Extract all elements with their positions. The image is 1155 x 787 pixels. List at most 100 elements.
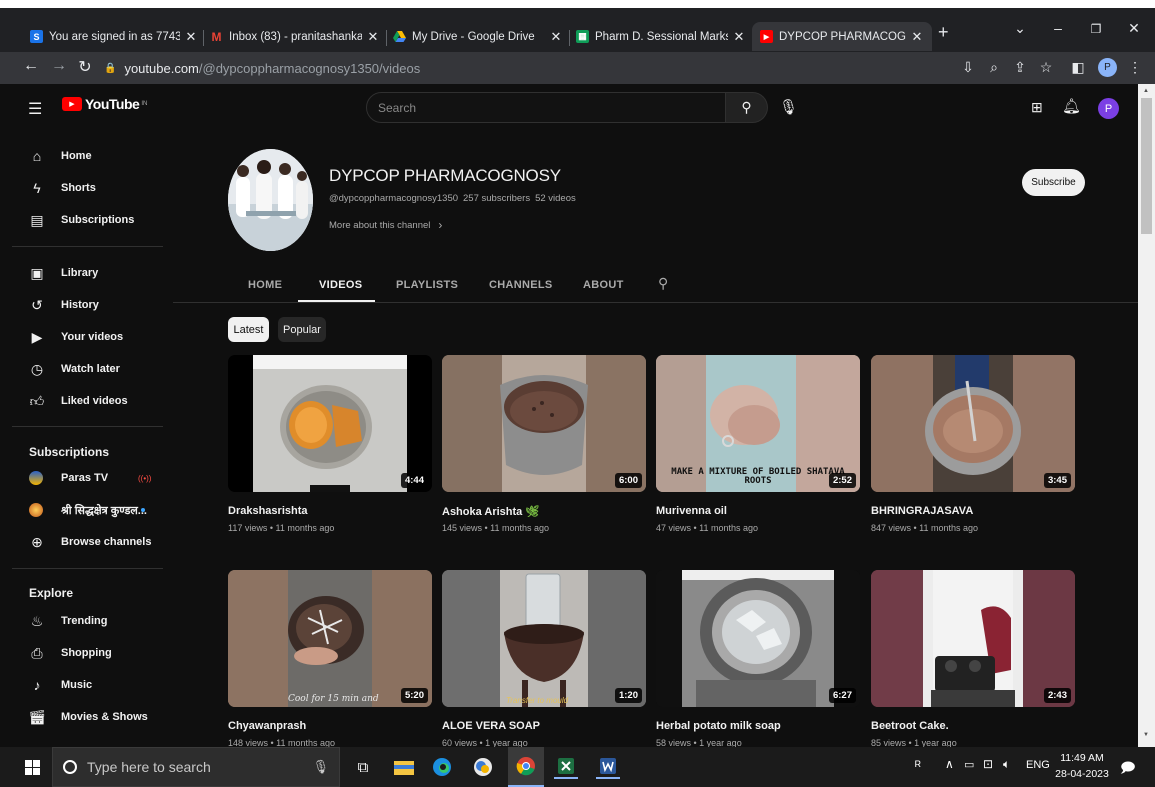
more-about-channel-link[interactable]: More about this channel › — [329, 218, 442, 232]
tab-videos[interactable]: VIDEOS — [319, 279, 362, 291]
tab-signed-in[interactable]: S You are signed in as 7743911 ✕ — [30, 22, 198, 51]
app-icon[interactable] — [471, 755, 495, 779]
sidebar-item-movies-shows[interactable]: 🎬︎ Movies & Shows — [0, 703, 165, 731]
video-thumbnail[interactable]: Transfer to mould 1:20 — [442, 570, 646, 707]
tab-channels[interactable]: CHANNELS — [489, 279, 553, 291]
clock-time: 11:49 AM — [1060, 752, 1104, 764]
sidebar-item-your-videos[interactable]: ▶ Your videos — [0, 323, 165, 351]
word-icon[interactable] — [596, 755, 620, 779]
video-title[interactable]: Ashoka Arishta 🌿︎ — [442, 505, 539, 518]
sidebar-item-shopping[interactable]: ⎙ Shopping — [0, 639, 165, 667]
tab-home[interactable]: HOME — [248, 279, 282, 291]
people-icon[interactable]: ᴿ — [915, 758, 921, 773]
hamburger-menu-icon[interactable]: ☰ — [28, 99, 42, 119]
minimize-button[interactable]: – — [1043, 20, 1073, 36]
sidebar-item-music[interactable]: ♪ Music — [0, 671, 165, 699]
forward-button[interactable]: → — [48, 57, 70, 75]
subscribe-button[interactable]: Subscribe — [1022, 169, 1085, 196]
video-title[interactable]: Murivenna oil — [656, 505, 727, 517]
show-hidden-icons-chevron-icon[interactable]: ∧ — [945, 757, 954, 771]
sidebar-subscription-siddhakshetra[interactable]: श्री सिद्धक्षेत्र कुण्डल... — [0, 496, 165, 524]
sidebar-item-subscriptions[interactable]: ▤ Subscriptions — [0, 206, 165, 234]
task-view-icon[interactable]: ⧉ — [351, 755, 375, 779]
video-title[interactable]: ALOE VERA SOAP — [442, 720, 540, 732]
close-icon[interactable]: ✕ — [366, 29, 380, 45]
bookmark-star-icon[interactable]: ☆ — [1036, 59, 1056, 76]
search-input[interactable]: Search — [366, 92, 726, 123]
edge-icon[interactable] — [430, 755, 454, 779]
reload-button[interactable]: ↻ — [74, 57, 96, 77]
sidebar-subscription-paras-tv[interactable]: Paras TV ((•)) — [0, 464, 165, 492]
sidebar-item-history[interactable]: ↺ History — [0, 291, 165, 319]
video-title[interactable]: Chyawanprash — [228, 720, 306, 732]
close-icon[interactable]: ✕ — [549, 29, 563, 45]
youtube-icon: ▶ — [760, 30, 773, 43]
close-window-button[interactable]: ✕ — [1119, 20, 1149, 37]
sidebar-item-watch-later[interactable]: ◷ Watch later — [0, 355, 165, 383]
close-icon[interactable]: ✕ — [732, 29, 746, 45]
video-title[interactable]: Beetroot Cake. — [871, 720, 949, 732]
sidebar-item-trending[interactable]: ♨ Trending — [0, 607, 165, 635]
zoom-icon[interactable]: ⌕ — [984, 59, 1004, 76]
file-explorer-icon[interactable] — [392, 755, 416, 779]
microphone-icon[interactable]: 🎙 — [779, 98, 798, 116]
video-title[interactable]: Herbal potato milk soap — [656, 720, 781, 732]
notifications-bell-icon[interactable]: 🔔︎ — [1062, 97, 1081, 115]
video-thumbnail[interactable]: 2:43 — [871, 570, 1075, 707]
sidebar-item-liked-videos[interactable]: 👍︎ Liked videos — [0, 387, 165, 415]
video-thumbnail[interactable]: 6:27 — [656, 570, 860, 707]
scroll-down-arrow-icon[interactable]: ▼ — [1143, 732, 1149, 738]
clock[interactable]: 11:49 AM 28-04-2023 — [1054, 750, 1110, 782]
scroll-up-arrow-icon[interactable]: ▲ — [1143, 88, 1149, 94]
video-title[interactable]: BHRINGRAJASAVA — [871, 505, 973, 517]
sidebar-item-home[interactable]: ⌂ Home — [0, 142, 165, 170]
sidebar-item-shorts[interactable]: ϟ Shorts — [0, 174, 165, 202]
close-icon[interactable]: ✕ — [910, 29, 924, 45]
account-avatar[interactable]: P — [1098, 98, 1119, 119]
language-indicator[interactable]: ENG — [1026, 759, 1050, 771]
video-thumbnail[interactable]: 6:00 — [442, 355, 646, 492]
taskbar-search-box[interactable]: Type here to search 🎙︎ — [52, 747, 340, 787]
video-thumbnail[interactable]: Cool for 15 min and 5:20 — [228, 570, 432, 707]
video-title[interactable]: Drakshasrishta — [228, 505, 308, 517]
new-tab-button[interactable]: + — [938, 22, 949, 43]
video-thumbnail[interactable]: 3:45 — [871, 355, 1075, 492]
close-icon[interactable]: ✕ — [184, 29, 198, 45]
search-button[interactable]: ⚲ — [726, 92, 768, 123]
video-thumbnail[interactable]: MAKE A MIXTURE OF BOILED SHATAVA ROOTS 2… — [656, 355, 860, 492]
create-video-icon[interactable]: ⊞ — [1031, 99, 1043, 116]
back-button[interactable]: ← — [20, 57, 42, 75]
tab-gmail[interactable]: M Inbox (83) - pranitashankarat ✕ — [210, 22, 380, 51]
page-scrollbar[interactable]: ▲ ▼ — [1138, 84, 1155, 747]
youtube-logo[interactable]: ▶ YouTube IN — [62, 96, 147, 112]
profile-avatar[interactable]: P — [1098, 58, 1117, 77]
chip-latest[interactable]: Latest — [228, 317, 269, 342]
video-thumbnail[interactable]: 4:44 — [228, 355, 432, 492]
tab-search-chevron-icon[interactable]: ⌄ — [1005, 20, 1035, 37]
tab-drive[interactable]: My Drive - Google Drive ✕ — [393, 22, 563, 51]
excel-icon[interactable] — [554, 755, 578, 779]
tab-sheets[interactable]: ▦ Pharm D. Sessional Marks - C ✕ — [576, 22, 746, 51]
tab-youtube[interactable]: ▶ DYPCOP PHARMACOGNOSY ✕ — [752, 22, 932, 51]
url-path: /@dypcoppharmacognosy1350/videos — [198, 60, 421, 76]
scrollbar-thumb[interactable] — [1141, 98, 1152, 234]
channel-search-icon[interactable]: ⚲ — [658, 275, 668, 292]
sidebar-browse-channels[interactable]: ⊕ Browse channels — [0, 528, 165, 556]
windows-start-icon[interactable] — [20, 755, 44, 779]
channel-avatar — [29, 471, 43, 485]
restore-button[interactable]: ❐ — [1081, 22, 1111, 36]
menu-kebab-icon[interactable]: ⋮ — [1125, 59, 1145, 76]
chip-popular[interactable]: Popular — [278, 317, 326, 342]
tab-about[interactable]: ABOUT — [583, 279, 624, 291]
network-icon[interactable]: ⊡ — [983, 757, 993, 771]
taskbar-chrome-active[interactable] — [508, 747, 544, 787]
volume-icon[interactable]: 🔈︎ — [1003, 757, 1010, 772]
battery-icon[interactable]: ▭ — [964, 758, 974, 771]
tab-playlists[interactable]: PLAYLISTS — [396, 279, 458, 291]
share-icon[interactable]: ⇪ — [1010, 59, 1030, 76]
side-panel-icon[interactable]: ◧ — [1068, 59, 1088, 76]
address-bar[interactable]: 🔒 youtube.com /@dypcoppharmacognosy1350/… — [104, 56, 804, 80]
notifications-icon[interactable]: 🗩 — [1120, 757, 1136, 781]
install-icon[interactable]: ⇩ — [958, 59, 978, 76]
sidebar-item-library[interactable]: ▣ Library — [0, 259, 165, 287]
